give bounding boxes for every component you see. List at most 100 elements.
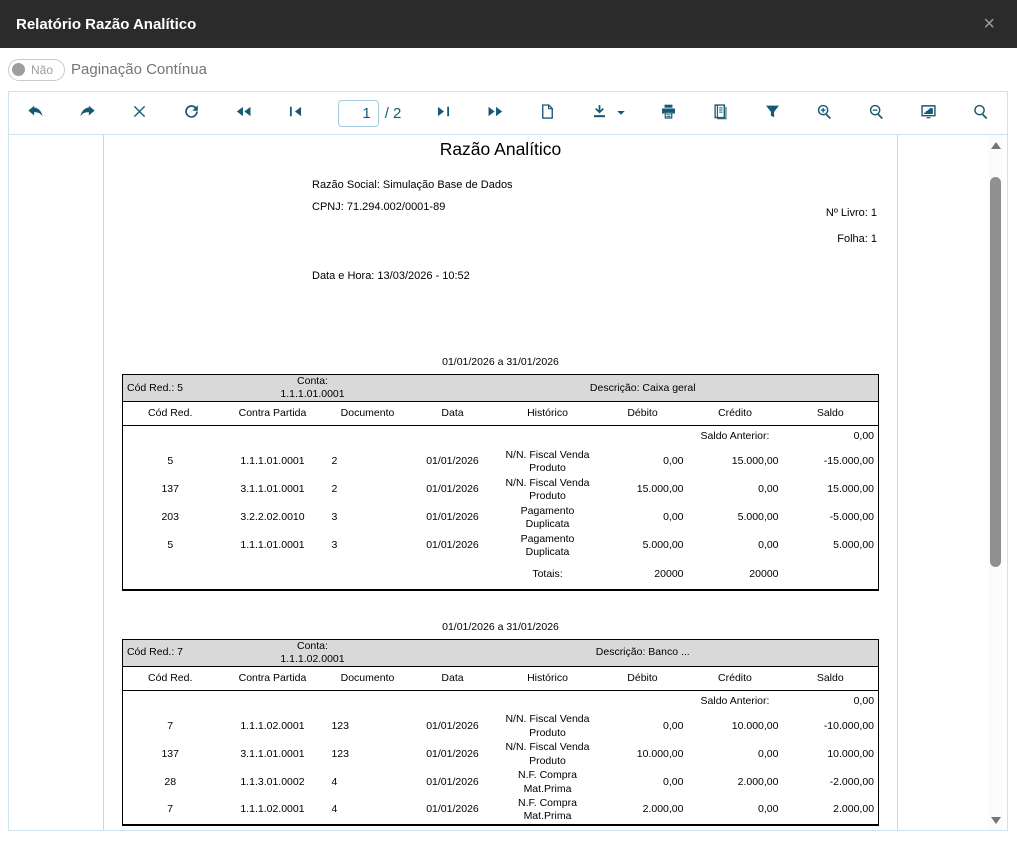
conta-cell: Conta:1.1.1.02.0001 xyxy=(217,639,407,666)
ledger-table: Cód Red.: 5Conta:1.1.1.01.0001Descrição:… xyxy=(122,374,879,591)
fit-page-button[interactable] xyxy=(919,100,938,126)
modal-title: Relatório Razão Analítico xyxy=(16,16,196,33)
toggle-state-label: Não xyxy=(31,63,53,77)
historico-cell: PagamentoDuplicata xyxy=(498,504,598,532)
column-header: Crédito xyxy=(688,402,783,426)
report-title: Razão Analítico xyxy=(104,135,897,160)
toggle-knob-icon xyxy=(12,63,25,76)
table-row: 51.1.1.01.0001301/01/2026PagamentoDuplic… xyxy=(122,532,878,560)
refresh-icon xyxy=(182,102,201,124)
page-navigation: / 2 xyxy=(338,100,402,127)
table-row: 71.1.1.02.0001401/01/2026N.F. CompraMat.… xyxy=(122,797,878,825)
zoom-out-icon xyxy=(867,102,886,124)
document-map-button[interactable] xyxy=(711,100,730,126)
table-row: 281.1.3.01.0002401/01/2026N.F. CompraMat… xyxy=(122,769,878,797)
single-page-button[interactable] xyxy=(538,100,557,126)
historico-cell: N/N. Fiscal VendaProduto xyxy=(498,448,598,476)
column-header: Histórico xyxy=(498,402,598,426)
folha-line: Folha: 1 xyxy=(826,233,877,259)
report-sections: 01/01/2026 a 31/01/2026 Cód Red.: 5Conta:… xyxy=(104,356,897,826)
modal-header: Relatório Razão Analítico × xyxy=(0,0,1017,48)
scroll-up-button[interactable] xyxy=(988,137,1003,153)
continuous-pagination-toggle[interactable]: Não xyxy=(8,59,65,81)
zoom-in-button[interactable] xyxy=(815,100,834,126)
ledger-section: 01/01/2026 a 31/01/2026 Cód Red.: 7Conta:… xyxy=(104,621,897,826)
historico-cell: N.F. CompraMat.Prima xyxy=(497,769,597,797)
ledger-table: Cód Red.: 7Conta:1.1.1.02.0001Descrição:… xyxy=(122,639,879,826)
column-header: Cód Red. xyxy=(122,667,217,691)
saldo-anterior-label: Saldo Anterior: xyxy=(688,426,783,448)
report-viewer: / 2 Razão Analítico Razão Social: Simula… xyxy=(8,91,1008,831)
download-caret-icon xyxy=(609,106,626,121)
pagination-row: Não Paginação Contínua xyxy=(0,48,1017,91)
scroll-down-button[interactable] xyxy=(988,812,1003,828)
cnpj-line: CPNJ: 71.294.002/0001-89 xyxy=(312,201,897,223)
column-header-row: Cód Red.Contra PartidaDocumentoDataHistó… xyxy=(122,402,878,426)
column-header: Histórico xyxy=(497,667,597,691)
fast-forward-icon xyxy=(486,102,505,124)
scrollbar-thumb[interactable] xyxy=(990,177,1001,567)
historico-cell: PagamentoDuplicata xyxy=(498,532,598,560)
vertical-scrollbar[interactable] xyxy=(988,135,1003,830)
totais-label: Totais: xyxy=(498,560,598,590)
history-back-button[interactable] xyxy=(26,100,45,126)
stop-button[interactable] xyxy=(130,100,149,126)
saldo-anterior-row: Saldo Anterior:0,00 xyxy=(122,691,878,713)
column-header: Crédito xyxy=(687,667,782,691)
datetime-line: Data e Hora: 13/03/2026 - 10:52 xyxy=(312,270,897,292)
account-band-row: Cód Red.: 5Conta:1.1.1.01.0001Descrição:… xyxy=(122,375,878,402)
column-header: Documento xyxy=(327,667,407,691)
history-back-icon xyxy=(26,102,45,124)
last-page-icon xyxy=(434,102,453,124)
table-row: 2033.2.2.02.0010301/01/2026PagamentoDupl… xyxy=(122,504,878,532)
fit-page-icon xyxy=(919,102,938,124)
historico-cell: N/N. Fiscal VendaProduto xyxy=(497,713,597,741)
saldo-anterior-row: Saldo Anterior:0,00 xyxy=(122,426,878,448)
table-row: 51.1.1.01.0001201/01/2026N/N. Fiscal Ven… xyxy=(122,448,878,476)
pagination-label: Paginação Contínua xyxy=(71,61,207,78)
column-header: Contra Partida xyxy=(217,667,327,691)
print-icon xyxy=(659,102,678,124)
filter-button[interactable] xyxy=(763,100,782,126)
column-header: Débito xyxy=(597,667,687,691)
table-row: 1373.1.1.01.0001201/01/2026N/N. Fiscal V… xyxy=(122,476,878,504)
column-header: Data xyxy=(407,667,497,691)
saldo-anterior-value: 0,00 xyxy=(783,426,879,448)
download-icon xyxy=(590,102,609,124)
conta-cell: Conta:1.1.1.01.0001 xyxy=(217,375,407,402)
totais-debito: 20000 xyxy=(598,560,688,590)
stop-icon xyxy=(130,102,149,124)
close-button[interactable]: × xyxy=(977,12,1001,36)
totais-credito: 20000 xyxy=(688,560,783,590)
download-button[interactable] xyxy=(590,100,626,126)
history-forward-button[interactable] xyxy=(78,100,97,126)
first-page-button[interactable] xyxy=(286,100,305,126)
scroll-up-icon xyxy=(991,142,1001,149)
search-button[interactable] xyxy=(971,100,990,126)
report-page: Razão Analítico Razão Social: Simulação … xyxy=(103,135,898,830)
page-count-label: / 2 xyxy=(385,105,402,122)
scroll-down-icon xyxy=(991,817,1001,824)
saldo-anterior-value: 0,00 xyxy=(782,691,878,713)
historico-cell: N.F. CompraMat.Prima xyxy=(497,797,597,825)
print-button[interactable] xyxy=(659,100,678,126)
page-number-input[interactable] xyxy=(338,100,379,127)
totals-row: Totais:2000020000 xyxy=(122,560,878,590)
historico-cell: N/N. Fiscal VendaProduto xyxy=(497,741,597,769)
period-label: 01/01/2026 a 31/01/2026 xyxy=(104,356,897,368)
refresh-button[interactable] xyxy=(182,100,201,126)
saldo-anterior-label: Saldo Anterior: xyxy=(687,691,782,713)
zoom-out-button[interactable] xyxy=(867,100,886,126)
cod-red-cell: Cód Red.: 7 xyxy=(122,639,217,666)
history-forward-icon xyxy=(78,102,97,124)
filter-icon xyxy=(763,102,782,124)
fast-forward-button[interactable] xyxy=(486,100,505,126)
column-header: Contra Partida xyxy=(217,402,327,426)
fast-backward-button[interactable] xyxy=(234,100,253,126)
column-header: Cód Red. xyxy=(122,402,217,426)
last-page-button[interactable] xyxy=(434,100,453,126)
historico-cell: N/N. Fiscal VendaProduto xyxy=(498,476,598,504)
period-label: 01/01/2026 a 31/01/2026 xyxy=(104,621,897,633)
zoom-in-icon xyxy=(815,102,834,124)
account-band-row: Cód Red.: 7Conta:1.1.1.02.0001Descrição:… xyxy=(122,639,878,666)
